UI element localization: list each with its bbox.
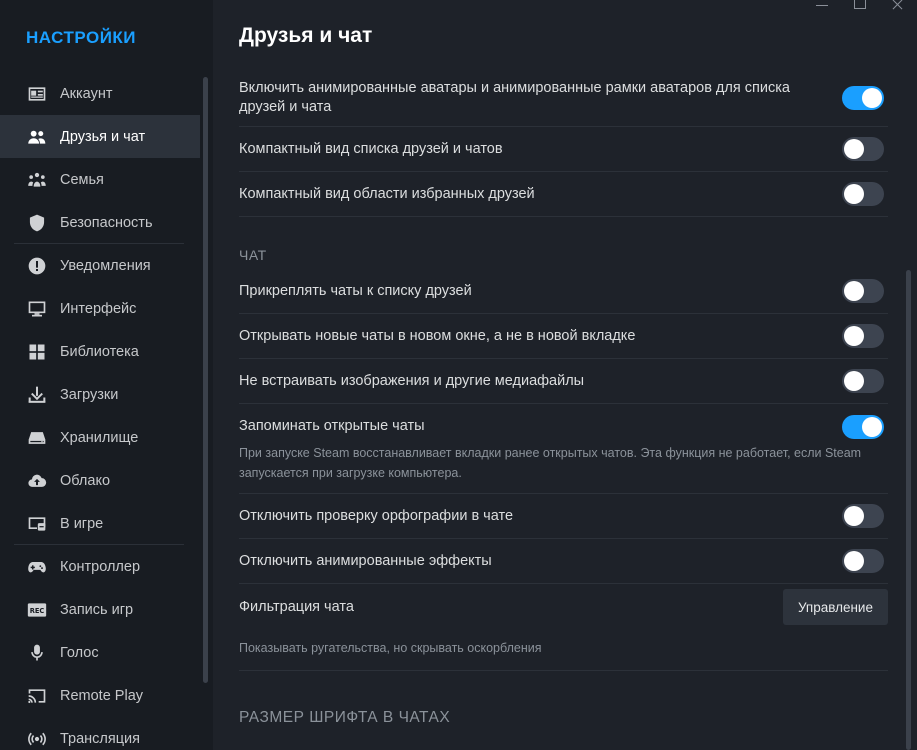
setting-row-remember-chats: Запоминать открытые чаты При запуске Ste… [239,404,888,494]
sidebar-item-label: Библиотека [60,343,139,360]
compact-favorites-toggle[interactable] [842,182,884,206]
sidebar-item-label: Хранилище [60,429,139,446]
chat-section-header: ЧАТ [239,247,267,263]
setting-description: При запуске Steam восстанавливает вкладк… [239,446,862,480]
setting-label: Открывать новые чаты в новом окне, а не … [239,327,636,344]
cloud-icon [26,470,48,492]
minimize-button[interactable] [803,0,841,14]
alert-icon [26,255,48,277]
setting-row-dock-chats: Прикреплять чаты к списку друзей [239,269,888,314]
no-embed-media-toggle[interactable] [842,369,884,393]
sidebar-item-label: Интерфейс [60,300,137,317]
manage-filter-button[interactable]: Управление [782,589,888,625]
settings-window: НАСТРОЙКИ Аккаунт Друзья и чат Семья Безопа… [0,0,917,750]
settings-sidebar: НАСТРОЙКИ Аккаунт Друзья и чат Семья Безопа… [0,0,213,750]
compact-friends-list-toggle[interactable] [842,137,884,161]
sidebar-item-account-card[interactable]: Аккаунт [0,72,200,115]
sidebar-item-label: Загрузки [60,386,119,403]
sidebar-item-label: Семья [60,171,104,188]
main-scrollbar[interactable] [906,270,911,750]
maximize-button[interactable] [841,0,879,14]
setting-label: Отключить проверку орфографии в чате [239,507,514,524]
shield-icon [26,212,48,234]
new-window-chats-toggle[interactable] [842,324,884,348]
animated-avatars-toggle[interactable] [842,86,884,110]
sidebar-item-label: В игре [60,515,104,532]
setting-row-no-embed-media: Не встраивать изображения и другие медиа… [239,359,888,404]
setting-label: Не встраивать изображения и другие медиа… [239,372,585,389]
sidebar-item-label: Трансляция [60,730,140,747]
setting-label: Компактный вид области избранных друзей [239,185,535,202]
sidebar-item-label: Голос [60,644,99,661]
sidebar-item-label: Уведомления [60,257,151,274]
setting-row-new-window-chats: Открывать новые чаты в новом окне, а не … [239,314,888,359]
dock-chats-toggle[interactable] [842,279,884,303]
sidebar-title: НАСТРОЙКИ [26,28,137,47]
sidebar-item-alert[interactable]: Уведомления [0,244,200,287]
sidebar-item-monitor[interactable]: Интерфейс [0,287,200,330]
page-title: Друзья и чат [239,24,373,47]
sidebar-item-cloud[interactable]: Облако [0,459,200,502]
sidebar-item-gamepad[interactable]: Контроллер [0,545,200,588]
sidebar-item-download[interactable]: Загрузки [0,373,200,416]
sidebar-item-friends[interactable]: Друзья и чат [0,115,200,158]
sidebar-item-family[interactable]: Семья [0,158,200,201]
sidebar-item-broadcast[interactable]: Трансляция [0,717,200,750]
settings-main-panel: Друзья и чат Включить анимированные ават… [213,0,917,750]
sidebar-item-label: Безопасность [60,214,153,231]
remember-chats-toggle[interactable] [842,414,884,439]
family-icon [26,169,48,191]
grid-icon [26,341,48,363]
broadcast-icon [26,728,48,750]
setting-row-animated-effects: Отключить анимированные эффекты [239,539,888,584]
setting-row-compact-favorites: Компактный вид области избранных друзей [239,172,888,217]
setting-label: Запоминать открытые чаты [239,418,425,434]
sidebar-item-label: Remote Play [60,687,144,704]
download-icon [26,384,48,406]
cast-icon [26,685,48,707]
svg-text:REC: REC [30,606,45,614]
spellcheck-toggle[interactable] [842,504,884,528]
settings-content: Включить анимированные аватары и анимиро… [239,70,888,731]
sidebar-scrollbar[interactable] [203,77,208,683]
sidebar-item-grid[interactable]: Библиотека [0,330,200,373]
setting-description: Показывать ругательства, но скрывать оск… [239,641,542,655]
sidebar-item-rec[interactable]: REC Запись игр [0,588,200,631]
storage-icon [26,427,48,449]
setting-row-animated-avatars: Включить анимированные аватары и анимиро… [239,70,888,127]
setting-label: Прикреплять чаты к списку друзей [239,282,472,299]
sidebar-item-label: Контроллер [60,558,141,575]
sidebar-list: Аккаунт Друзья и чат Семья Безопасность Увед… [0,72,200,750]
sidebar-item-label: Друзья и чат [60,128,146,145]
setting-row-compact-friends-list: Компактный вид списка друзей и чатов [239,127,888,172]
sidebar-item-storage[interactable]: Хранилище [0,416,200,459]
in-game-icon [26,513,48,535]
setting-label: Фильтрация чата [239,599,354,615]
rec-icon: REC [26,599,48,621]
setting-label: Отключить анимированные эффекты [239,552,492,569]
sidebar-item-microphone[interactable]: Голос [0,631,200,674]
close-window-button[interactable] [879,0,917,14]
setting-row-chat-filter: Фильтрация чата Управление Показывать ру… [239,584,888,671]
sidebar-item-cast[interactable]: Remote Play [0,674,200,717]
sidebar-item-in-game[interactable]: В игре [0,502,200,545]
sidebar-item-label: Запись игр [60,601,134,618]
monitor-icon [26,298,48,320]
font-size-section-header: РАЗМЕР ШРИФТА В ЧАТАХ [239,709,451,726]
gamepad-icon [26,556,48,578]
account-card-icon [26,83,48,105]
sidebar-item-label: Облако [60,472,111,489]
sidebar-item-label: Аккаунт [60,85,113,102]
sidebar-item-shield[interactable]: Безопасность [0,201,200,244]
setting-row-spellcheck: Отключить проверку орфографии в чате [239,494,888,539]
setting-label: Компактный вид списка друзей и чатов [239,140,503,157]
animated-effects-toggle[interactable] [842,549,884,573]
friends-icon [26,126,48,148]
window-controls [803,0,917,14]
microphone-icon [26,642,48,664]
setting-label: Включить анимированные аватары и анимиро… [239,80,790,115]
